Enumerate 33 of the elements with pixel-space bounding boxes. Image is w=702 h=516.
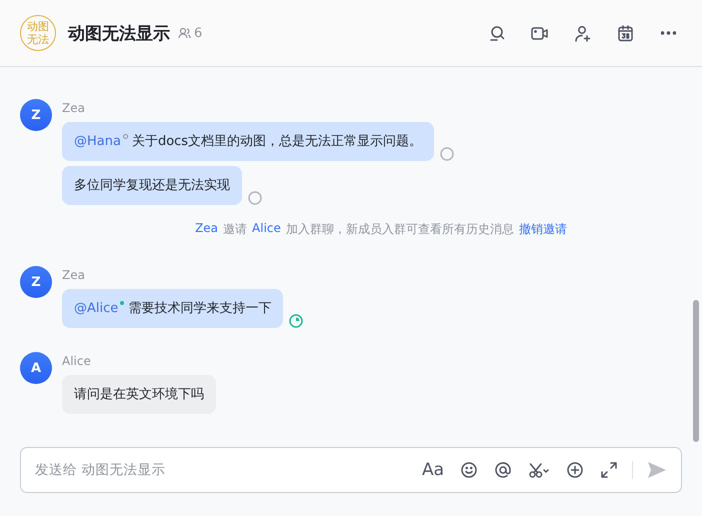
mention-button[interactable]	[492, 461, 514, 479]
group-avatar: 动图无法	[20, 15, 56, 51]
calendar-icon	[616, 24, 635, 42]
member-count: 6	[194, 26, 202, 40]
emoji-icon	[460, 461, 478, 479]
notice-text: 加入群聊，新成员入群可查看所有历史消息	[286, 221, 514, 238]
notice-link[interactable]: Zea	[195, 221, 218, 238]
add-icon	[566, 461, 584, 479]
sender-name: Alice	[62, 354, 91, 368]
message-bubble: 多位同学复现还是无法实现	[62, 166, 242, 205]
chat-title: 动图无法显示	[68, 22, 170, 44]
more-icon	[661, 31, 676, 35]
scrollbar[interactable]	[693, 300, 699, 442]
notice-link[interactable]: Alice	[252, 221, 281, 238]
expand-icon	[600, 461, 618, 479]
user-avatar: Z	[20, 99, 52, 131]
message-bubble: @Hana 关于docs文档里的动图，总是无法正常显示问题。	[62, 122, 434, 161]
message-input[interactable]: 发送给 动图无法显示	[33, 461, 420, 479]
notice-link[interactable]: 撤销邀请	[518, 221, 567, 238]
format-button[interactable]: Aa	[420, 460, 446, 480]
user-avatar: A	[20, 352, 52, 384]
members-icon	[178, 27, 191, 39]
notice-text: 邀请	[223, 221, 248, 238]
mention-icon	[494, 461, 512, 479]
sender-name: Zea	[62, 268, 85, 282]
screenshot-icon	[528, 461, 550, 479]
message-bubble: 请问是在英文环境下吗	[62, 375, 216, 414]
add-member-icon	[573, 24, 592, 42]
message-bubble: @Alice 需要技术同学来支持一下	[62, 289, 284, 328]
mention-link[interactable]: @Alice	[74, 301, 118, 316]
mention-link[interactable]: @Hana	[74, 134, 121, 149]
user-avatar: Z	[20, 266, 52, 298]
sender-name: Zea	[62, 101, 85, 115]
